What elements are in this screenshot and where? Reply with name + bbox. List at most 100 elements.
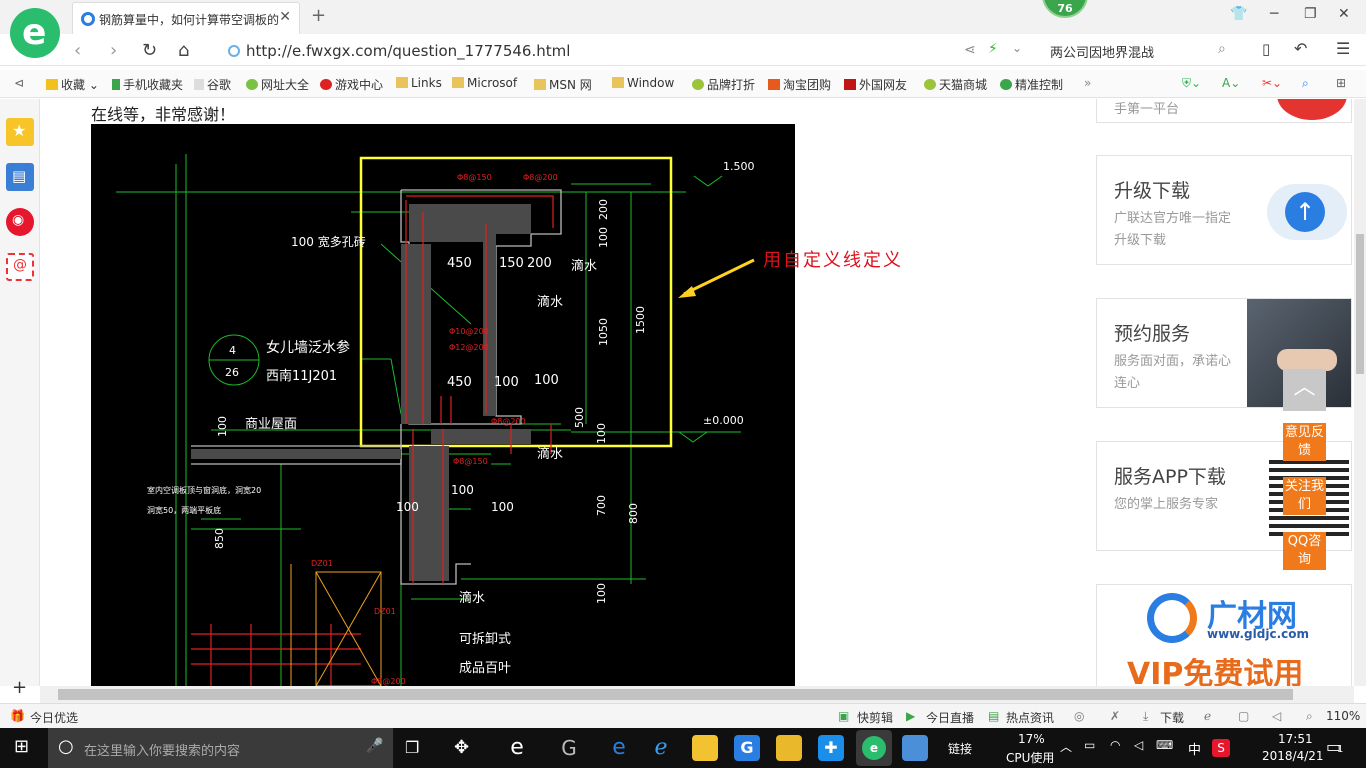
taskbar-search-placeholder: 在这里输入你要搜索的内容	[84, 744, 241, 759]
microphone-icon[interactable]: 🎤	[366, 738, 383, 754]
home-icon[interactable]: ⌂	[178, 40, 189, 61]
windows-start-icon[interactable]: ⊞	[14, 736, 29, 757]
ie-icon[interactable]: ℯ	[1204, 709, 1211, 723]
shield-icon[interactable]: ⛨⌄	[1182, 76, 1201, 91]
qq-button[interactable]: QQ咨询	[1283, 532, 1326, 570]
notes-app-icon[interactable]	[776, 735, 802, 761]
status-item[interactable]: 下载	[1160, 709, 1184, 726]
mail-icon[interactable]: @	[6, 253, 34, 281]
fav-item[interactable]: 精准控制	[1000, 76, 1063, 93]
keyboard-icon[interactable]: ⌨	[1156, 738, 1173, 752]
lightning-icon[interactable]: ⚡	[988, 41, 998, 57]
fav-item[interactable]: 谷歌	[194, 76, 231, 93]
cad-text: 100 宽多孔砖	[291, 234, 366, 249]
ime-indicator[interactable]: 中	[1188, 739, 1201, 758]
speed-icon[interactable]: ◎	[1074, 709, 1084, 723]
card-upgrade[interactable]: 升级下载 广联达官方唯一指定升级下载 ↑	[1096, 155, 1352, 265]
battery-icon[interactable]: ▭	[1084, 738, 1095, 752]
forward-icon[interactable]: ›	[110, 40, 117, 61]
reader-icon[interactable]: ▤	[6, 163, 34, 191]
add-icon[interactable]: +	[12, 677, 27, 698]
fav-item[interactable]: 手机收藏夹	[112, 76, 183, 93]
window-icon[interactable]: ▢	[1238, 709, 1249, 723]
tools-icon[interactable]: ✗	[1110, 709, 1120, 723]
link-label[interactable]: 链接	[948, 740, 972, 757]
new-tab-icon[interactable]: +	[311, 5, 326, 26]
file-explorer-icon[interactable]	[692, 735, 718, 761]
fav-item[interactable]: Links	[396, 76, 442, 90]
chevron-down-icon[interactable]: ⌄	[1012, 41, 1022, 55]
hscroll-thumb[interactable]	[58, 689, 1293, 700]
weibo-icon[interactable]: ◉	[6, 208, 34, 236]
close-icon[interactable]: ✕	[279, 9, 291, 25]
active-tab[interactable]: 钢筋算量中，如何计算带空调板的女儿墙 ✕	[72, 2, 300, 34]
fav-item[interactable]: 淘宝团购	[768, 76, 831, 93]
g-app-icon[interactable]: G	[556, 735, 582, 761]
more-icon[interactable]: »	[1084, 76, 1091, 90]
phone-icon[interactable]: ▯	[1262, 40, 1270, 58]
fav-item[interactable]: MSN 网	[534, 76, 592, 93]
fav-item[interactable]: 收藏 ⌄	[46, 76, 99, 93]
undo-icon[interactable]: ↶	[1294, 39, 1307, 58]
scissors-icon[interactable]: ✂⌄	[1262, 76, 1282, 90]
restore-icon[interactable]: ❐	[1304, 6, 1317, 22]
search-icon[interactable]: ⌕	[1218, 41, 1226, 57]
volume-icon[interactable]: ◁	[1272, 709, 1281, 723]
translate-icon[interactable]: A⌄	[1222, 76, 1240, 90]
weather-badge[interactable]: 76	[1042, 0, 1088, 18]
taskbar-search[interactable]: ○ 在这里输入你要搜索的内容 🎤	[48, 728, 393, 768]
site-icon	[228, 45, 240, 57]
speaker-icon[interactable]: ◁	[1134, 738, 1143, 752]
fav-item[interactable]: 外国网友	[844, 76, 907, 93]
status-left[interactable]: 今日优选	[30, 709, 78, 726]
ad-banner[interactable]: 广材网 www.gldjc.com VIP免费试用	[1096, 584, 1352, 686]
url-field[interactable]: http://e.fwxgx.com/question_1777546.html…	[222, 39, 1032, 63]
sogou-icon[interactable]: S	[1212, 739, 1230, 757]
horizontal-scrollbar[interactable]	[40, 686, 1354, 703]
status-item[interactable]: 热点资讯	[1006, 709, 1054, 726]
follow-button[interactable]: 关注我们	[1283, 477, 1326, 515]
shirt-icon[interactable]: 👕	[1230, 6, 1247, 22]
back-icon[interactable]: ‹	[74, 40, 81, 61]
fav-item[interactable]: Microsof	[452, 76, 517, 90]
refresh-icon[interactable]: ↻	[142, 40, 157, 61]
close-window-icon[interactable]: ✕	[1338, 6, 1350, 22]
minimize-icon[interactable]: ─	[1270, 6, 1278, 22]
menu-icon[interactable]: ☰	[1336, 39, 1350, 58]
ie-taskbar-icon[interactable]: ℯ	[648, 735, 674, 761]
clock-time[interactable]: 17:51	[1278, 732, 1313, 746]
zoom-icon[interactable]: ⌕	[1306, 709, 1313, 724]
fav-item[interactable]: 天猫商城	[924, 76, 987, 93]
zoom-level[interactable]: 110%	[1326, 709, 1360, 723]
network-app-icon[interactable]: ✚	[818, 735, 844, 761]
card-top-partial[interactable]: 手第一平台	[1096, 99, 1352, 123]
status-item[interactable]: 今日直播	[926, 709, 974, 726]
fan-app-icon[interactable]: ✥	[454, 737, 469, 758]
browser-taskbar-active[interactable]: e	[856, 730, 892, 766]
search-tool-icon[interactable]: ⌕	[1302, 76, 1309, 91]
feedback-button[interactable]: 意见反馈	[1283, 423, 1326, 461]
task-view-icon[interactable]: ❐	[405, 738, 419, 757]
wifi-icon[interactable]: ◠	[1110, 738, 1120, 752]
share-icon[interactable]: ⋖	[964, 42, 976, 58]
glodon-icon[interactable]: G	[734, 735, 760, 761]
download-icon[interactable]: ⤓	[1143, 709, 1148, 724]
collapse-icon[interactable]: ⊲	[14, 76, 24, 90]
favorites-star-icon[interactable]: ★	[6, 118, 34, 146]
clock-date[interactable]: 2018/4/21	[1262, 749, 1324, 763]
fav-item[interactable]: 网址大全	[246, 76, 309, 93]
fav-item[interactable]: 品牌打折	[692, 76, 755, 93]
tray-up-icon[interactable]: ︿	[1060, 738, 1072, 755]
remote-app-icon[interactable]	[902, 735, 928, 761]
fav-item[interactable]: 游戏中心	[320, 76, 383, 93]
vertical-scrollbar[interactable]	[1354, 99, 1366, 686]
browser-logo[interactable]: e	[10, 8, 60, 58]
edge-icon[interactable]: e	[504, 735, 530, 761]
edge-blue-icon[interactable]: e	[606, 735, 632, 761]
apps-icon[interactable]: ⊞	[1336, 76, 1346, 90]
status-item[interactable]: 快剪辑	[857, 709, 893, 726]
fav-item[interactable]: Window	[612, 76, 674, 90]
back-to-top-button[interactable]: ︿	[1283, 369, 1326, 411]
search-input[interactable]: 两公司因地界混战 ⌕	[1042, 38, 1242, 64]
scroll-thumb[interactable]	[1356, 234, 1364, 374]
